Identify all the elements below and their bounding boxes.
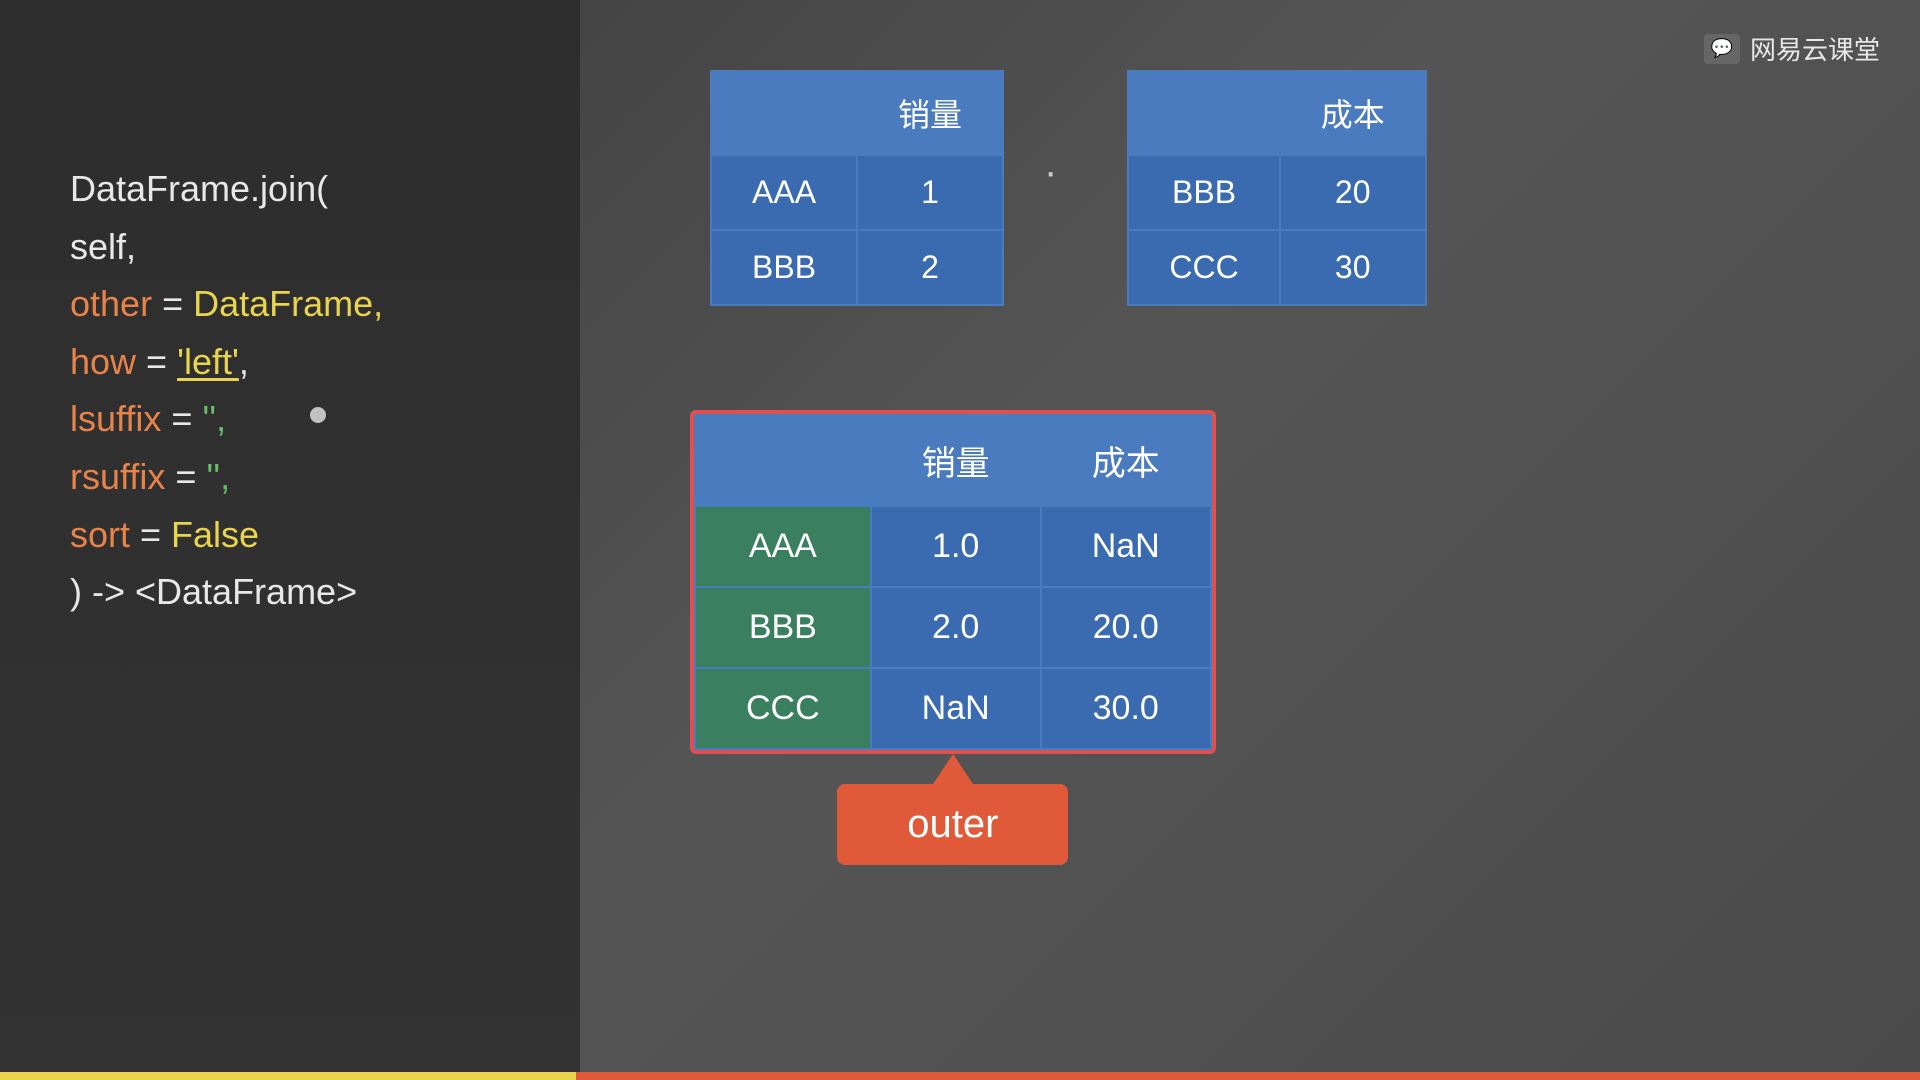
left-table-cell-bbb-sales: 2 xyxy=(857,230,1003,305)
result-header-cost: 成本 xyxy=(1041,415,1211,506)
result-cell-aaa-idx: AAA xyxy=(695,506,871,587)
outer-badge-triangle xyxy=(933,754,973,784)
result-cell-aaa-cost: NaN xyxy=(1041,506,1211,587)
result-cell-bbb-cost: 20.0 xyxy=(1041,587,1211,668)
outer-badge: outer xyxy=(837,784,1068,865)
result-cell-ccc-cost: 30.0 xyxy=(1041,668,1211,749)
code-line-2: self, xyxy=(70,218,383,276)
result-cell-ccc-sales: NaN xyxy=(871,668,1041,749)
cursor xyxy=(310,407,326,423)
left-table-cell-aaa-idx: AAA xyxy=(711,155,857,230)
result-cell-ccc-idx: CCC xyxy=(695,668,871,749)
table-row: CCC NaN 30.0 xyxy=(695,668,1211,749)
code-line-4: how = 'left', xyxy=(70,333,383,391)
logo-text: 网易云课堂 xyxy=(1750,30,1880,67)
table-row: CCC 30 xyxy=(1128,230,1425,305)
code-block: DataFrame.join( self, other = DataFrame,… xyxy=(70,160,383,621)
table-row: AAA 1.0 NaN xyxy=(695,506,1211,587)
bottom-bar xyxy=(0,1072,1920,1080)
code-line-1: DataFrame.join( xyxy=(70,160,383,218)
right-table: 成本 BBB 20 CCC 30 xyxy=(1127,70,1426,306)
result-cell-bbb-sales: 2.0 xyxy=(871,587,1041,668)
result-table: 销量 成本 AAA 1.0 NaN BBB 2.0 20.0 xyxy=(694,414,1212,750)
logo-emoji: 💬 xyxy=(1711,38,1733,59)
outer-badge-wrapper: outer xyxy=(837,754,1068,865)
table-row: BBB 20 xyxy=(1128,155,1425,230)
logo-icon: 💬 xyxy=(1704,34,1740,64)
code-line-3: other = DataFrame, xyxy=(70,275,383,333)
right-table-cell-ccc-idx: CCC xyxy=(1128,230,1279,305)
separator-dot: · xyxy=(1044,150,1057,195)
logo: 💬 网易云课堂 xyxy=(1704,30,1880,67)
code-line-7: sort = False xyxy=(70,506,383,564)
table-row: AAA 1 xyxy=(711,155,1003,230)
left-table-cell-aaa-sales: 1 xyxy=(857,155,1003,230)
result-section: 销量 成本 AAA 1.0 NaN BBB 2.0 20.0 xyxy=(690,410,1216,865)
left-table-cell-bbb-idx: BBB xyxy=(711,230,857,305)
result-table-wrapper: 销量 成本 AAA 1.0 NaN BBB 2.0 20.0 xyxy=(690,410,1216,754)
right-table-header-cost: 成本 xyxy=(1280,71,1426,155)
right-table-cell-ccc-cost: 30 xyxy=(1280,230,1426,305)
table-row: BBB 2.0 20.0 xyxy=(695,587,1211,668)
result-header-sales: 销量 xyxy=(871,415,1041,506)
tables-area: 销量 AAA 1 BBB 2 · 成本 xyxy=(640,70,1880,1020)
table-row: BBB 2 xyxy=(711,230,1003,305)
top-tables: 销量 AAA 1 BBB 2 · 成本 xyxy=(710,70,1880,306)
result-cell-bbb-idx: BBB xyxy=(695,587,871,668)
left-table-header-sales: 销量 xyxy=(857,71,1003,155)
code-line-8: ) -> <DataFrame> xyxy=(70,563,383,621)
right-table-cell-bbb-idx: BBB xyxy=(1128,155,1279,230)
result-cell-aaa-sales: 1.0 xyxy=(871,506,1041,587)
right-table-cell-bbb-cost: 20 xyxy=(1280,155,1426,230)
left-table: 销量 AAA 1 BBB 2 xyxy=(710,70,1004,306)
code-line-6: rsuffix = '', xyxy=(70,448,383,506)
right-table-header-idx xyxy=(1128,71,1279,155)
result-header-idx xyxy=(695,415,871,506)
left-table-header-idx xyxy=(711,71,857,155)
code-line-5: lsuffix = '', xyxy=(70,390,383,448)
